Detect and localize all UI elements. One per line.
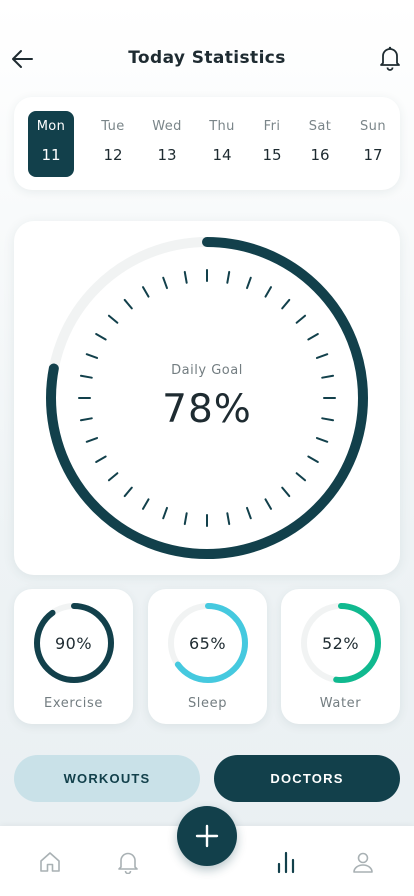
notifications-button[interactable] (378, 45, 402, 71)
day-name: Wed (152, 119, 182, 134)
goal-tick (162, 506, 168, 520)
week-calendar: Mon 11 Tue 12 Wed 13 Thu 14 Fri 15 Sat 1… (14, 97, 400, 190)
nav-profile[interactable] (351, 850, 375, 874)
plus-icon (195, 824, 219, 848)
home-icon (40, 852, 60, 872)
goal-tick (226, 512, 231, 526)
goal-tick (295, 314, 307, 324)
page-title: Today Statistics (128, 48, 286, 68)
workouts-button[interactable]: WORKOUTS (14, 755, 200, 802)
day-number: 11 (41, 146, 61, 164)
goal-tick (123, 486, 133, 498)
add-button[interactable] (177, 806, 237, 866)
goal-tick (183, 512, 188, 526)
goal-tick (246, 276, 252, 290)
day-number: 16 (310, 146, 330, 164)
nav-notifications[interactable] (116, 850, 140, 875)
sleep-label: Sleep (187, 696, 228, 711)
water-value: 52% (321, 634, 360, 653)
nav-home[interactable] (38, 850, 62, 874)
goal-tick (95, 455, 107, 463)
bell-icon (118, 852, 138, 875)
sleep-card[interactable]: 65% Sleep (148, 589, 267, 724)
goal-tick (281, 298, 291, 310)
daily-goal-value: 78% (162, 387, 252, 432)
goal-tick (295, 472, 307, 482)
day-name: Sun (360, 119, 386, 134)
day-number: 13 (157, 146, 177, 164)
water-card[interactable]: 52% Water (281, 589, 400, 724)
day-sun[interactable]: Sun 17 (350, 111, 396, 177)
goal-tick (264, 286, 272, 298)
stats-icon (277, 851, 295, 874)
profile-icon (353, 852, 373, 873)
goal-tick (307, 455, 319, 463)
water-label: Water (319, 696, 362, 711)
nav-statistics[interactable] (274, 850, 298, 874)
goal-tick (85, 437, 99, 443)
day-name: Mon (36, 119, 66, 134)
bell-icon (380, 46, 400, 71)
day-name: Thu (209, 119, 235, 134)
header: Today Statistics (0, 40, 414, 76)
day-sat[interactable]: Sat 16 (297, 111, 343, 177)
daily-goal-card: Daily Goal 78% (14, 221, 400, 575)
day-tue[interactable]: Tue 12 (90, 111, 136, 177)
day-name: Sat (308, 119, 332, 134)
goal-tick (226, 270, 231, 284)
goal-tick (315, 437, 329, 443)
goal-tick (162, 276, 168, 290)
exercise-card[interactable]: 90% Exercise (14, 589, 133, 724)
day-number: 12 (103, 146, 123, 164)
goal-tick (107, 314, 119, 324)
day-name: Fri (263, 119, 281, 134)
goal-tick (107, 472, 119, 482)
goal-tick (95, 333, 107, 341)
goal-tick (315, 353, 329, 359)
goal-tick (142, 286, 150, 298)
day-number: 15 (262, 146, 282, 164)
day-wed[interactable]: Wed 13 (144, 111, 190, 177)
day-thu[interactable]: Thu 14 (199, 111, 245, 177)
sleep-value: 65% (188, 634, 227, 653)
goal-tick (142, 498, 150, 510)
day-number: 17 (363, 146, 383, 164)
doctors-button[interactable]: DOCTORS (214, 755, 400, 802)
goal-tick (85, 353, 99, 359)
day-fri[interactable]: Fri 15 (249, 111, 295, 177)
goal-tick (264, 498, 272, 510)
exercise-label: Exercise (44, 696, 103, 711)
day-mon[interactable]: Mon 11 (28, 111, 74, 177)
goal-tick (183, 270, 188, 284)
exercise-value: 90% (54, 634, 93, 653)
day-number: 14 (212, 146, 232, 164)
goal-tick (281, 486, 291, 498)
goal-tick (246, 506, 252, 520)
goal-tick (123, 298, 133, 310)
daily-goal-label: Daily Goal (171, 363, 243, 378)
day-name: Tue (101, 119, 125, 134)
goal-tick (307, 333, 319, 341)
